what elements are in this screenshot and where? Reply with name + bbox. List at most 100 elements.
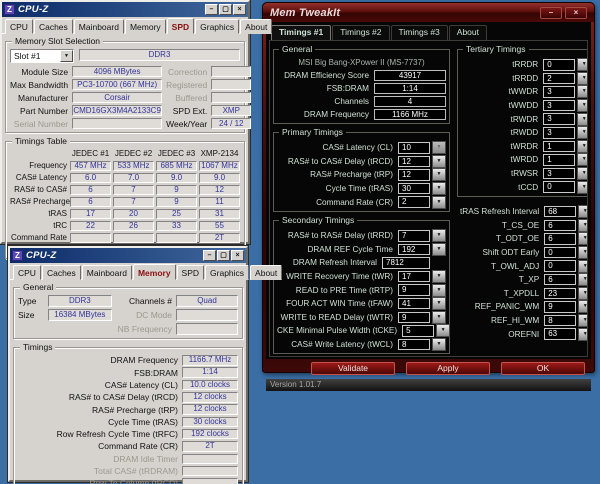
timing-row: tCCD 0 ▼: [461, 180, 588, 194]
tab[interactable]: About: [240, 19, 272, 34]
chevron-down-icon[interactable]: ▼: [577, 126, 588, 139]
chevron-down-icon[interactable]: ▼: [578, 260, 588, 273]
tab[interactable]: Memory: [125, 19, 166, 34]
chevron-down-icon[interactable]: ▼: [436, 324, 450, 337]
chevron-down-icon[interactable]: ▼: [577, 153, 588, 166]
chevron-down-icon[interactable]: ▼: [432, 243, 446, 256]
info-row: DC Mode: [118, 309, 238, 321]
maximize-icon[interactable]: ▢: [217, 250, 230, 261]
general-group: General MSI Big Bang-XPower II (MS-7737)…: [273, 49, 450, 124]
close-icon[interactable]: ×: [233, 4, 246, 15]
group-label: Tertiary Timings: [463, 44, 529, 54]
secondary-timings-group: Secondary Timings RAS# to RAS# Delay (tR…: [273, 220, 450, 354]
tab[interactable]: SPD: [177, 265, 204, 280]
chevron-down-icon[interactable]: ▼: [577, 99, 588, 112]
cpuz-memory-titlebar[interactable]: Z CPU-Z – ▢ ×: [10, 248, 246, 263]
tab[interactable]: Mainboard: [74, 19, 124, 34]
chevron-down-icon[interactable]: ▼: [578, 328, 588, 341]
chevron-down-icon[interactable]: ▼: [432, 284, 446, 297]
tab[interactable]: CPU: [13, 265, 41, 280]
tab[interactable]: Caches: [42, 265, 81, 280]
group-label: Timings: [20, 342, 55, 352]
timing-row: tWWDR 3 ▼: [461, 85, 588, 99]
minimize-icon[interactable]: –: [205, 4, 218, 15]
chevron-down-icon[interactable]: ▼: [577, 72, 588, 85]
chevron-down-icon[interactable]: ▼: [432, 297, 446, 310]
timing-row: tRRDD 2 ▼: [461, 72, 588, 86]
chevron-down-icon[interactable]: ▼: [577, 85, 588, 98]
chevron-down-icon[interactable]: ▼: [578, 273, 588, 286]
tab[interactable]: Caches: [34, 19, 73, 34]
group-label: General: [20, 282, 56, 292]
timing-row: Row To Column (tRCD): [18, 478, 238, 484]
info-row: Week/Year 24 / 12: [166, 118, 251, 129]
chevron-down-icon[interactable]: ▼: [577, 167, 588, 180]
chevron-down-icon[interactable]: ▼: [432, 338, 446, 351]
chevron-down-icon[interactable]: ▼: [432, 168, 446, 181]
info-row: Type DDR3: [18, 295, 112, 307]
chevron-down-icon[interactable]: ▼: [578, 205, 588, 218]
chevron-down-icon[interactable]: ▼: [577, 58, 588, 71]
column-header: XMP-2134: [199, 149, 240, 158]
memtweakit-titlebar[interactable]: Mem TweakIt – ×: [263, 3, 594, 22]
chevron-down-icon[interactable]: ▼: [577, 140, 588, 153]
close-icon[interactable]: ×: [565, 7, 587, 19]
chevron-down-icon[interactable]: ▼: [432, 182, 446, 195]
chevron-down-icon[interactable]: ▼: [578, 246, 588, 259]
cpuz-spd-tabbar: CPUCachesMainboardMemorySPDGraphicsAbout: [2, 17, 248, 34]
tab[interactable]: Mainboard: [82, 265, 132, 280]
minimize-icon[interactable]: –: [203, 250, 216, 261]
memory-type-field: DDR3: [79, 49, 240, 61]
maximize-icon[interactable]: ▢: [219, 4, 232, 15]
tab[interactable]: SPD: [167, 18, 194, 34]
tab[interactable]: CPU: [5, 19, 33, 34]
tab[interactable]: Memory: [133, 264, 176, 280]
chevron-down-icon[interactable]: ▼: [432, 196, 446, 209]
tab[interactable]: Timings #3: [391, 25, 448, 40]
table-row: RAS# Precharge 6 7 9 11: [10, 197, 240, 208]
tab[interactable]: About: [449, 25, 487, 40]
chevron-down-icon[interactable]: ▼: [432, 270, 446, 283]
timings-table-rows: Frequency 457 MHz 533 MHz 685 MHz 1067 M…: [10, 161, 240, 256]
tab[interactable]: Timings #2: [332, 25, 389, 40]
chevron-down-icon[interactable]: ▼: [577, 113, 588, 126]
chevron-down-icon[interactable]: ▼: [432, 141, 446, 154]
table-row: RAS# to CAS# 6 7 9 12: [10, 185, 240, 196]
validate-button[interactable]: Validate: [311, 362, 395, 375]
chevron-down-icon[interactable]: ▼: [578, 287, 588, 300]
memory-slot-selection-group: Memory Slot Selection Slot #1 ▼ DDR3 Mod…: [5, 41, 245, 133]
table-row: tRAS 17 20 25 31: [10, 209, 240, 220]
tab[interactable]: Graphics: [195, 19, 239, 34]
info-row: Channels 4: [277, 95, 446, 108]
slot-select[interactable]: Slot #1 ▼: [10, 49, 74, 63]
ok-button[interactable]: OK: [501, 362, 585, 375]
chevron-down-icon[interactable]: ▼: [432, 311, 446, 324]
timing-row: DRAM Refresh Interval 7812 ▼: [277, 256, 446, 270]
chevron-down-icon[interactable]: ▼: [578, 314, 588, 327]
cpuz-memory-body: General Type DDR3 Size 16384 MBytes: [10, 280, 246, 484]
timing-row: tRWDR 3 ▼: [461, 112, 588, 126]
apply-button[interactable]: Apply: [406, 362, 490, 375]
tab[interactable]: Timings #1: [271, 25, 331, 40]
close-icon[interactable]: ×: [231, 250, 244, 261]
timing-row: tRRDR 0 ▼: [461, 58, 588, 72]
chevron-down-icon[interactable]: ▼: [578, 300, 588, 313]
misc-timings-group: tRAS Refresh Interval 68 ▼ T_CS_OE 6 ▼ T…: [457, 201, 588, 343]
tab[interactable]: About: [250, 265, 282, 280]
chevron-down-icon[interactable]: ▼: [577, 181, 588, 194]
general-right: Channels # Quad DC Mode NB Frequency: [118, 295, 238, 335]
group-label: Secondary Timings: [279, 215, 357, 225]
chevron-down-icon[interactable]: ▼: [578, 219, 588, 232]
window-title: CPU-Z: [18, 4, 202, 15]
tab[interactable]: Graphics: [205, 265, 249, 280]
chevron-down-icon[interactable]: ▼: [432, 155, 446, 168]
chevron-down-icon[interactable]: ▼: [60, 50, 73, 62]
info-row: DRAM Efficiency Score 43917: [277, 69, 446, 82]
minimize-icon[interactable]: –: [540, 7, 562, 19]
cpuz-spd-titlebar[interactable]: Z CPU-Z – ▢ ×: [2, 2, 248, 17]
timing-row: tRWSR 3 ▼: [461, 167, 588, 181]
info-row: Size 16384 MBytes: [18, 309, 112, 321]
chevron-down-icon[interactable]: ▼: [578, 232, 588, 245]
timing-row: WRITE to READ Delay (tWTR) 9 ▼: [277, 311, 446, 325]
chevron-down-icon[interactable]: ▼: [432, 229, 446, 242]
